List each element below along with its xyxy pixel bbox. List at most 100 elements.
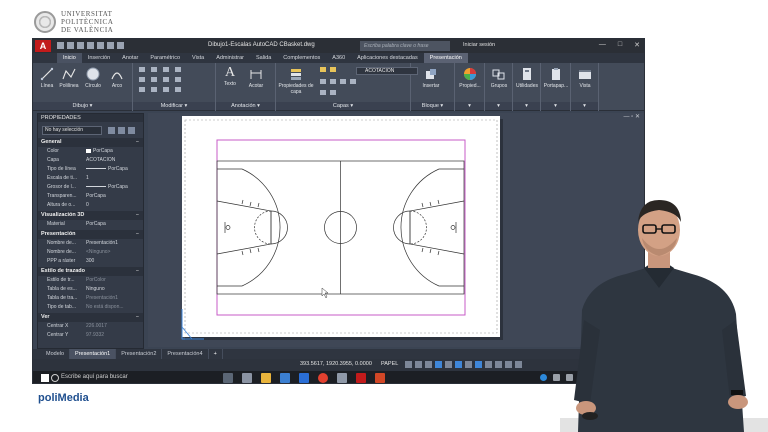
property-value[interactable]: 97.9332: [84, 331, 143, 340]
fillet-icon[interactable]: [163, 77, 169, 82]
ribbon-group-label[interactable]: Capas ▾: [276, 102, 410, 110]
cortana-icon[interactable]: [51, 374, 59, 382]
select-objects-icon[interactable]: [118, 127, 125, 134]
taskbar-search[interactable]: Escribe aquí para buscar: [61, 374, 128, 380]
property-value[interactable]: PorColor: [84, 276, 143, 285]
basketball-court-drawing[interactable]: [182, 116, 500, 337]
plot-icon[interactable]: [97, 42, 104, 49]
property-row[interactable]: Grosor de l... PorCapa: [38, 183, 143, 192]
minimize-icon[interactable]: —: [599, 41, 606, 49]
selection-cycling-icon[interactable]: [485, 361, 492, 368]
layer-on-icon[interactable]: [320, 67, 326, 72]
signin-button[interactable]: Iniciar sesión: [463, 42, 495, 48]
property-value[interactable]: 226.0017: [84, 322, 143, 331]
property-section-header[interactable]: Presentación −: [38, 230, 143, 239]
copy-icon[interactable]: [139, 77, 145, 82]
osnap-icon[interactable]: [445, 361, 452, 368]
property-value[interactable]: Ninguno: [84, 285, 143, 294]
customize-icon[interactable]: [515, 361, 522, 368]
ribbon-group-label[interactable]: Dibujo ▾: [33, 102, 132, 110]
rotate-icon[interactable]: [151, 67, 157, 72]
autocad-taskbar-icon[interactable]: [356, 373, 366, 383]
paper-space-toggle[interactable]: PAPEL: [381, 361, 398, 367]
text-button[interactable]: A Texto: [216, 65, 244, 87]
search-input[interactable]: Escriba palabra clave o frase: [360, 41, 450, 51]
layer-unlock-icon[interactable]: [330, 90, 336, 95]
collapse-icon[interactable]: −: [136, 313, 139, 322]
dimension-button[interactable]: Acotar: [242, 67, 270, 89]
property-value[interactable]: No está dispon...: [84, 303, 143, 312]
property-row[interactable]: PPP a ráster 300: [38, 257, 143, 266]
properties-button[interactable]: Propied...: [456, 67, 484, 89]
ribbon-tab[interactable]: Aplicaciones destacadas: [351, 53, 424, 63]
undo-icon[interactable]: [107, 42, 114, 49]
open-file-icon[interactable]: [67, 42, 74, 49]
layout-tab[interactable]: Presentación4: [162, 349, 209, 359]
property-row[interactable]: Centrar Y 97.9332: [38, 331, 143, 340]
layer-properties-button[interactable]: Propiedades de capa: [278, 67, 314, 95]
layer-lock-icon[interactable]: [320, 90, 326, 95]
property-row[interactable]: Estilo de tr... PorColor: [38, 276, 143, 285]
lineweight-icon[interactable]: [465, 361, 472, 368]
property-value[interactable]: Presentación1: [84, 294, 143, 303]
viewport-controls[interactable]: — ▫ ✕: [624, 113, 641, 120]
property-value[interactable]: 1: [84, 174, 143, 183]
ribbon-tab[interactable]: A360: [326, 53, 351, 63]
help-icon[interactable]: [540, 374, 547, 381]
property-row[interactable]: Centrar X 226.0017: [38, 322, 143, 331]
chrome-icon[interactable]: [318, 373, 328, 383]
ribbon-tab[interactable]: Inicio: [57, 53, 82, 63]
property-row[interactable]: Tipo de línea PorCapa: [38, 165, 143, 174]
layer-match-icon[interactable]: [320, 79, 326, 84]
quick-select-icon[interactable]: [128, 127, 135, 134]
offset-icon[interactable]: [175, 87, 181, 92]
property-value[interactable]: PorCapa: [84, 165, 143, 174]
ribbon-tab[interactable]: Vista: [186, 53, 210, 63]
clipboard-button[interactable]: Portapap...: [542, 67, 570, 89]
ribbon-tab[interactable]: Salida: [250, 53, 277, 63]
workspace-icon[interactable]: [505, 361, 512, 368]
windows-start-icon[interactable]: [41, 374, 49, 382]
toggle-pickadd-icon[interactable]: [108, 127, 115, 134]
property-value[interactable]: PorCapa: [84, 192, 143, 201]
ortho-icon[interactable]: [425, 361, 432, 368]
property-value[interactable]: 0: [84, 201, 143, 210]
property-value[interactable]: PorCapa: [84, 220, 143, 229]
layer-dropdown[interactable]: ACOTACION: [356, 67, 418, 75]
utilities-button[interactable]: Utilidades: [513, 67, 541, 89]
layer-walk-icon[interactable]: [350, 79, 356, 84]
layout-tab[interactable]: Modelo: [41, 349, 71, 359]
ribbon-group-label[interactable]: Anotación ▾: [216, 102, 275, 110]
stretch-icon[interactable]: [139, 87, 145, 92]
collapse-icon[interactable]: −: [136, 211, 139, 220]
file-explorer-icon[interactable]: [261, 373, 271, 383]
selection-dropdown[interactable]: No hay selección: [42, 126, 102, 135]
trim-icon[interactable]: [163, 67, 169, 72]
layout-tab[interactable]: Presentación1: [70, 349, 117, 359]
property-row[interactable]: Escala de ti... 1: [38, 174, 143, 183]
ribbon-tab[interactable]: Complementos: [277, 53, 326, 63]
property-section-header[interactable]: Visualización 3D −: [38, 211, 143, 220]
property-row[interactable]: Nombre de... <Ninguno>: [38, 248, 143, 257]
property-value[interactable]: <Ninguno>: [84, 248, 143, 257]
property-row[interactable]: Altura de o... 0: [38, 201, 143, 210]
explode-icon[interactable]: [175, 77, 181, 82]
insert-button[interactable]: Insertar: [413, 67, 449, 89]
ribbon-tab[interactable]: Anotar: [116, 53, 144, 63]
mirror-icon[interactable]: [151, 77, 157, 82]
settings-icon[interactable]: [337, 373, 347, 383]
collapse-icon[interactable]: −: [136, 138, 139, 147]
collapse-icon[interactable]: −: [136, 230, 139, 239]
paper-sheet[interactable]: [182, 116, 500, 337]
property-value[interactable]: PorCapa: [84, 147, 143, 156]
grid-icon[interactable]: [415, 361, 422, 368]
layer-previous-icon[interactable]: [340, 79, 346, 84]
property-value[interactable]: ACOTACION: [84, 156, 143, 165]
add-layout-button[interactable]: +: [209, 349, 223, 359]
microphone-icon[interactable]: [223, 373, 233, 383]
polar-icon[interactable]: [435, 361, 442, 368]
dropbox-icon[interactable]: [299, 373, 309, 383]
close-icon[interactable]: ✕: [634, 41, 640, 49]
property-row[interactable]: Transparen... PorCapa: [38, 192, 143, 201]
erase-icon[interactable]: [175, 67, 181, 72]
